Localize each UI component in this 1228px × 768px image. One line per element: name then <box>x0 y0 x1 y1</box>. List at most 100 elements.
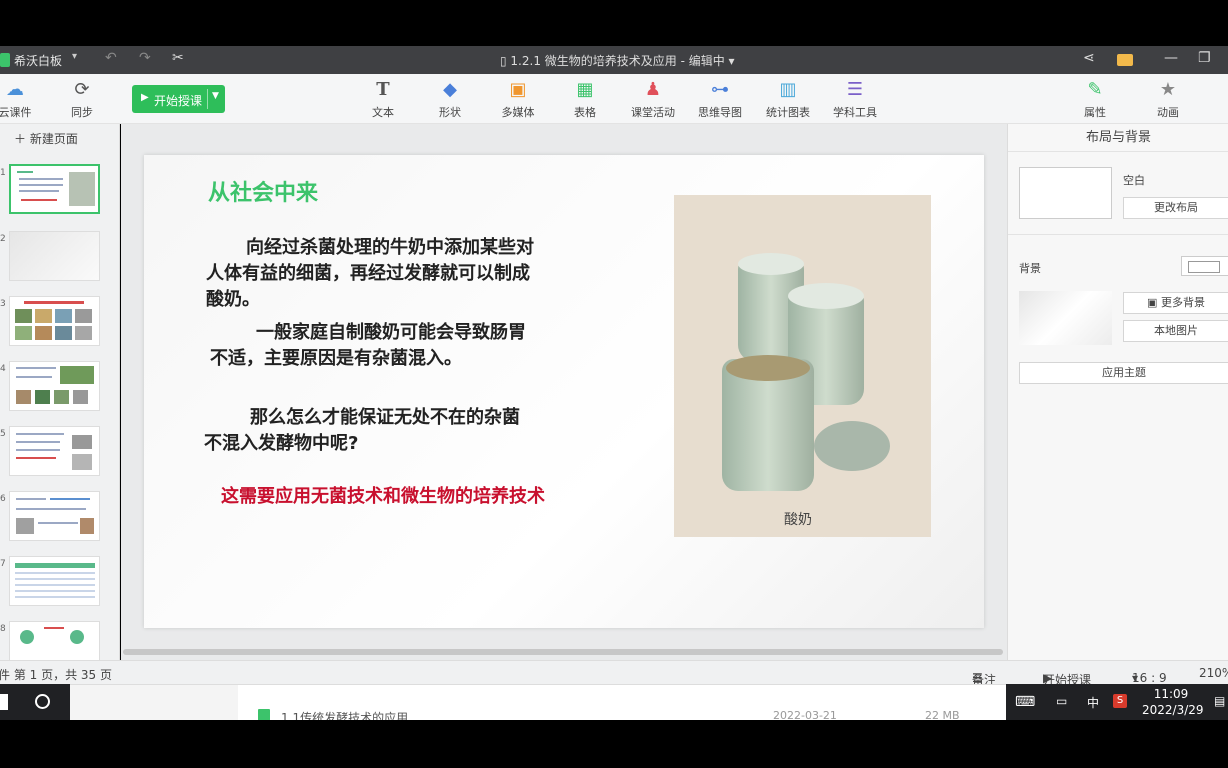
thumb-table-row <box>15 596 95 598</box>
share-icon[interactable]: ⋖ <box>1083 50 1095 66</box>
clock-time: 11:09 <box>1153 687 1189 701</box>
class-activity-button[interactable]: ♟ 课堂活动 <box>618 78 688 120</box>
thumb-image <box>16 518 34 534</box>
text-tool-button[interactable]: T 文本 <box>348 78 418 120</box>
zoom-level[interactable]: 210% <box>1199 666 1228 680</box>
table-tool-button[interactable]: ▦ 表格 <box>550 78 620 120</box>
slide-thumbnails-panel: ＋ 新建页面 1 2 3 4 5 6 7 8 <box>0 124 120 660</box>
local-image-button[interactable]: 本地图片 <box>1123 320 1228 342</box>
slide-highlight-text[interactable]: 这需要应用无菌技术和微生物的培养技术 <box>221 482 545 508</box>
app-name[interactable]: 希沃白板 <box>14 52 62 69</box>
new-page-button[interactable]: ＋ 新建页面 <box>14 130 78 147</box>
thumb-table-row <box>15 572 95 574</box>
layout-preview[interactable] <box>1019 167 1112 219</box>
thumb-text-line <box>16 449 60 451</box>
background-preview[interactable] <box>1019 291 1112 345</box>
undo-icon[interactable]: ↶ <box>105 50 117 66</box>
thumb-image <box>20 630 34 644</box>
cut-icon[interactable]: ✂ <box>172 50 184 66</box>
slide-thumbnail-5[interactable] <box>9 426 100 476</box>
start-teaching-button[interactable]: ▶ 开始授课 ▼ <box>132 85 225 113</box>
document-title[interactable]: ▯ 1.2.1 微生物的培养技术及应用 - 编辑中 ▾ <box>500 52 735 69</box>
slide-thumbnail-4[interactable] <box>9 361 100 411</box>
thumb-text-line <box>19 184 63 186</box>
thumb-image <box>15 326 32 340</box>
properties-button[interactable]: ✎ 属性 <box>1060 78 1130 120</box>
more-backgrounds-button[interactable]: ▣ 更多背景 <box>1123 292 1228 314</box>
thumb-text-line <box>19 190 59 192</box>
horizontal-scrollbar[interactable] <box>121 648 1007 656</box>
app-menu-caret-icon[interactable]: ▾ <box>72 51 77 62</box>
slide-paragraph-2-line-1[interactable]: 一般家庭自制酸奶可能会导致肠胃 <box>256 320 526 346</box>
slide-paragraph-1-line-3[interactable]: 酸奶。 <box>206 287 260 313</box>
app-logo-icon <box>0 53 10 67</box>
search-circle-icon[interactable] <box>35 694 50 709</box>
slide-canvas-area: 从社会中来 向经过杀菌处理的牛奶中添加某些对 人体有益的细菌，再经过发酵就可以制… <box>121 124 1007 660</box>
animation-star-icon: ★ <box>1159 79 1177 100</box>
new-page-label: 新建页面 <box>29 132 78 146</box>
thumbnail-number: 8 <box>0 624 6 634</box>
input-method-indicator[interactable]: 中 <box>1087 694 1099 711</box>
media-tool-button[interactable]: ▣ 多媒体 <box>483 78 553 120</box>
restore-icon[interactable]: ❐ <box>1198 50 1211 66</box>
play-icon: ▶ <box>141 92 149 103</box>
more-backgrounds-label: 更多背景 <box>1160 296 1205 309</box>
cloud-courseware-button[interactable]: ☁ 云课件 <box>0 78 50 120</box>
shape-tool-button[interactable]: ◆ 形状 <box>415 78 485 120</box>
slide-thumbnail-7[interactable] <box>9 556 100 606</box>
slide-paragraph-1-line-1[interactable]: 向经过杀菌处理的牛奶中添加某些对 <box>246 235 534 261</box>
scrollbar-thumb[interactable] <box>123 649 1003 655</box>
slide-thumbnail-6[interactable] <box>9 491 100 541</box>
slide-paragraph-3-line-2[interactable]: 不混入发酵物中呢? <box>204 431 358 457</box>
popup-side-strip <box>70 685 238 721</box>
change-layout-button[interactable]: 更改布局 <box>1123 197 1228 219</box>
slide-paragraph-1-line-2[interactable]: 人体有益的细菌，再经过发酵就可以制成 <box>206 261 530 287</box>
system-clock[interactable]: 11:09 2022/3/29 <box>1142 686 1204 718</box>
sogou-ime-icon[interactable]: S <box>1113 694 1127 708</box>
minimize-icon[interactable]: — <box>1164 50 1178 66</box>
slide-thumbnail-3[interactable] <box>9 296 100 346</box>
title-bar: 希沃白板 ▾ ↶ ↷ ✂ ▯ 1.2.1 微生物的培养技术及应用 - 编辑中 ▾… <box>0 46 1228 74</box>
slide-thumbnail-8[interactable] <box>9 621 100 660</box>
cloud-courseware-label: 云课件 <box>0 106 32 119</box>
thumb-text-line <box>16 376 52 378</box>
thumbnail-number: 7 <box>0 559 6 569</box>
slide-thumbnail-2[interactable] <box>9 231 100 281</box>
start-teaching-label: 开始授课 <box>154 94 203 108</box>
slide-title[interactable]: 从社会中来 <box>208 175 318 207</box>
thumb-image <box>72 454 92 470</box>
thumb-image <box>35 309 52 323</box>
slide-thumbnail-1[interactable] <box>9 164 100 214</box>
image-icon: ▣ <box>1147 296 1158 309</box>
chart-tool-button[interactable]: ▥ 统计图表 <box>753 78 823 120</box>
mind-map-button[interactable]: ⊶ 思维导图 <box>685 78 755 120</box>
cloud-icon: ☁ <box>6 79 24 100</box>
background-color-swatch[interactable] <box>1181 256 1228 276</box>
mind-map-icon: ⊶ <box>711 79 729 100</box>
yogurt-jar-lid <box>788 283 864 309</box>
keyboard-icon[interactable]: ⌨ <box>1015 694 1035 710</box>
document-title-caret-icon: ▾ <box>724 54 735 68</box>
thumb-title-mark <box>17 171 33 173</box>
thumb-text-line <box>16 433 64 435</box>
tablet-icon[interactable]: ▭ <box>1056 694 1067 708</box>
mail-icon[interactable] <box>1117 54 1133 66</box>
thumb-highlight-line <box>16 457 56 459</box>
sync-icon: ⟳ <box>74 79 90 100</box>
slide-paragraph-2-line-2[interactable]: 不适，主要原因是有杂菌混入。 <box>210 346 462 372</box>
animation-button[interactable]: ★ 动画 <box>1133 78 1203 120</box>
apply-theme-button[interactable]: 应用主题 <box>1019 362 1228 384</box>
start-menu-icon[interactable] <box>0 694 8 710</box>
thumb-text-line <box>16 508 86 510</box>
table-tool-label: 表格 <box>574 106 596 119</box>
slide-paragraph-3-line-1[interactable]: 那么怎么才能保证无处不在的杂菌 <box>250 405 520 431</box>
start-options-caret-icon[interactable]: ▼ <box>212 91 219 101</box>
text-icon: T <box>376 79 390 100</box>
notification-icon[interactable]: ▤ <box>1214 694 1225 708</box>
subject-tools-button[interactable]: ☰ 学科工具 <box>820 78 890 120</box>
shape-tool-label: 形状 <box>439 106 461 119</box>
redo-icon[interactable]: ↷ <box>139 50 151 66</box>
sync-button[interactable]: ⟳ 同步 <box>47 78 117 120</box>
slide-1[interactable]: 从社会中来 向经过杀菌处理的牛奶中添加某些对 人体有益的细菌，再经过发酵就可以制… <box>144 155 984 628</box>
yogurt-photo[interactable]: 酸奶 <box>674 195 931 537</box>
